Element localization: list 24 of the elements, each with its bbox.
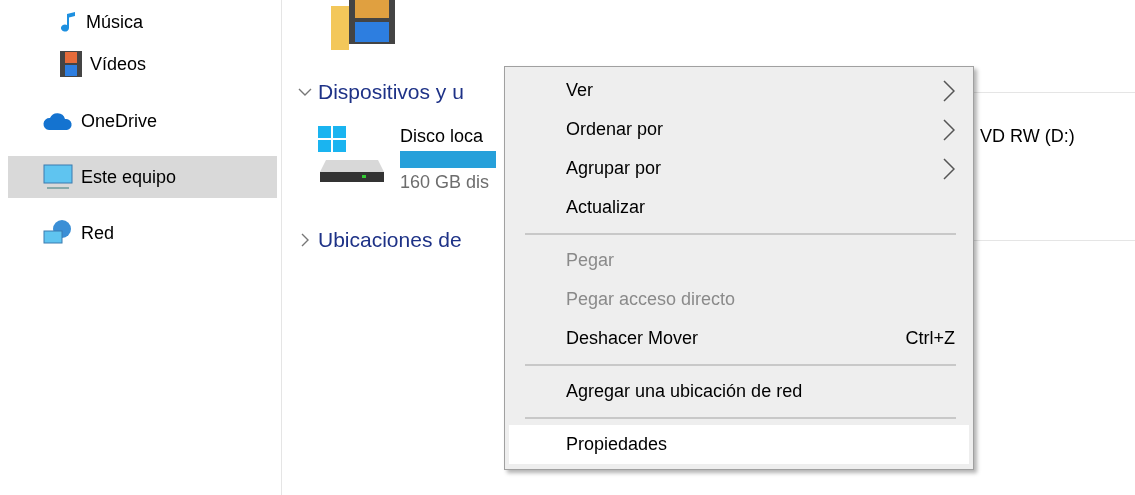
menu-item[interactable]: Ordenar por	[509, 110, 969, 149]
section-header[interactable]: Dispositivos y u	[318, 80, 464, 104]
music-note-icon	[60, 12, 78, 32]
sidebar-item[interactable]: Red	[8, 212, 277, 254]
film-strip-icon	[60, 51, 82, 77]
menu-item[interactable]: Actualizar	[509, 188, 969, 227]
monitor-icon	[43, 164, 73, 190]
sidebar-item[interactable]: Vídeos	[8, 44, 277, 84]
menu-item[interactable]: Propiedades	[509, 425, 969, 464]
sidebar-item[interactable]: Este equipo	[8, 156, 277, 198]
drive-name[interactable]: Disco loca	[400, 126, 496, 147]
video-folder-icon	[331, 0, 397, 50]
menu-item[interactable]: Deshacer Mover Ctrl+Z	[509, 319, 969, 358]
free-space-text: 160 GB dis	[400, 172, 491, 193]
drive-name[interactable]: VD RW (D:)	[980, 126, 1075, 147]
menu-item[interactable]: Agrupar por	[509, 149, 969, 188]
section-header[interactable]: Ubicaciones de	[318, 228, 462, 252]
menu-item[interactable]: Agregar una ubicación de red	[509, 372, 969, 411]
menu-item[interactable]: Ver	[509, 71, 969, 110]
network-globe-icon	[43, 220, 73, 246]
cloud-icon	[43, 112, 73, 130]
shortcut-text: Ctrl+Z	[905, 328, 955, 349]
sidebar-item[interactable]: OneDrive	[8, 100, 277, 142]
sidebar-item[interactable]: Música	[8, 2, 277, 42]
